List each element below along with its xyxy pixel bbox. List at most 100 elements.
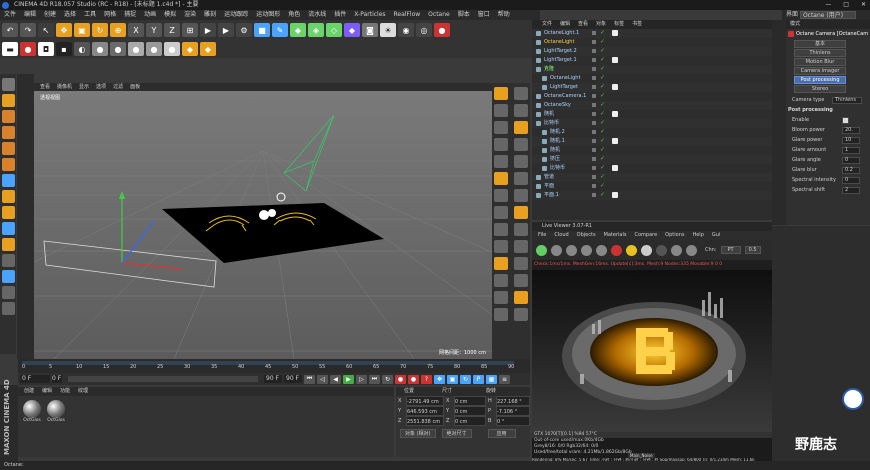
rotate-icon[interactable]: ↻ [92,23,108,37]
visibility-icon[interactable] [592,112,596,116]
octane-mat-portal-icon[interactable]: ● [164,42,180,56]
camera-icon[interactable]: ◙ [362,23,378,37]
check-icon[interactable]: ✓ [600,165,605,171]
attr-field-value[interactable]: 0 [842,157,860,164]
current-frame-field[interactable]: 0 F [52,375,62,383]
end-frame-field-2[interactable]: 90 F [284,375,302,383]
tag-icon[interactable] [612,84,618,90]
size-field[interactable]: 0 cm [454,396,486,406]
polygon-icon[interactable] [514,240,528,253]
check-icon[interactable]: ✓ [600,111,605,117]
snap-icon[interactable] [1,206,15,219]
tag-icon[interactable] [612,111,618,117]
bridge-icon[interactable] [514,138,528,151]
check-icon[interactable]: ✓ [600,192,605,198]
sculpt-icon[interactable] [494,121,508,134]
grid-icon[interactable] [1,270,15,283]
edges-mode-icon[interactable] [1,142,15,155]
render-view-icon[interactable]: ▶ [200,23,216,37]
viewport-menu-item[interactable]: 面板 [130,83,140,91]
check-icon[interactable]: ✓ [600,138,605,144]
object-manager-tab[interactable]: 书签 [632,20,642,29]
live-viewer-menu-item[interactable]: Objects [577,231,596,240]
region-render-icon[interactable] [656,244,667,256]
size-field[interactable]: 0 cm [454,406,486,416]
send-scene-icon[interactable] [611,244,622,256]
redo-icon[interactable]: ↷ [20,23,36,37]
object-row[interactable]: OctaneCamera.1 ✓ [532,92,772,101]
loop-icon[interactable]: ↻ [382,374,393,384]
close-button[interactable]: ✕ [861,0,866,10]
position-field[interactable]: 646.593 cm [406,406,444,416]
visibility-icon[interactable] [592,85,596,89]
symmetry-icon[interactable] [494,291,508,304]
zoom-field[interactable]: 0.5 [744,246,761,254]
menu-item[interactable]: RealFlow [394,10,421,20]
recent-tools-icon[interactable]: ⊕ [110,23,126,37]
channel-dropdown[interactable]: PT [720,246,741,254]
visibility-icon[interactable] [592,40,596,44]
viewport-menu-item[interactable]: 过滤 [113,83,123,91]
render-picture-viewer-icon[interactable]: ▶ [218,23,234,37]
octane-icon[interactable]: ● [434,23,450,37]
play-icon[interactable]: ▶ [343,374,354,384]
object-row[interactable]: OctaneSky ✓ [532,101,772,110]
menu-item[interactable]: 创建 [44,10,56,20]
object-row[interactable]: 随机.1 ✓ [532,137,772,146]
attr-tab-button[interactable]: 基本 [794,40,846,48]
poly-pen-icon[interactable] [494,257,508,270]
array-icon[interactable] [514,274,528,287]
check-icon[interactable]: ✓ [600,147,605,153]
visibility-icon[interactable] [592,193,596,197]
rotation-field[interactable]: 0 ° [496,416,530,426]
octane-mat-mix-icon[interactable]: ● [146,42,162,56]
undo-icon[interactable]: ↶ [2,23,18,37]
menu-item[interactable]: 角色 [288,10,300,20]
menu-item[interactable]: X-Particles [354,10,385,20]
stop-render-icon[interactable] [581,244,592,256]
octane-mat-glossy-icon[interactable]: ● [92,42,108,56]
render-preview[interactable] [532,270,772,432]
visibility-icon[interactable] [592,58,596,62]
iron-icon[interactable] [514,189,528,202]
key-position-icon[interactable]: ✥ [434,374,445,384]
attr-tab-button[interactable]: Stereo [794,85,846,93]
deformer-icon[interactable] [514,87,528,100]
menu-item[interactable]: 编辑 [24,10,36,20]
axis-mode-icon[interactable] [1,174,15,187]
smooth-icon[interactable] [494,189,508,202]
end-frame-field[interactable]: 90 F [264,375,282,383]
light-icon[interactable]: ☀ [380,23,396,37]
attr-tab-button[interactable]: Thinlens [794,49,846,57]
workplane-icon[interactable] [1,222,15,235]
live-viewer-menu-item[interactable]: Cloud [554,231,568,240]
visibility-icon[interactable] [592,31,596,35]
viewport-menu-item[interactable]: 摄像机 [57,83,72,91]
key-pla-icon[interactable]: ▦ [486,374,497,384]
key-param-icon[interactable]: P [473,374,484,384]
spline-icon[interactable] [494,223,508,236]
live-viewer-menu-item[interactable]: Compare [634,231,657,240]
model-mode-icon[interactable] [1,94,15,107]
attr-field-value[interactable]: 2 [842,187,860,194]
check-icon[interactable]: ✓ [600,57,605,63]
layout-dropdown[interactable]: Octane (用户) [799,11,856,19]
check-icon[interactable]: ✓ [600,84,605,90]
visibility-icon[interactable] [592,139,596,143]
brush-icon[interactable] [514,121,528,134]
apply-button[interactable]: 应用 [487,429,516,438]
material-tab[interactable]: 功能 [60,387,70,396]
visibility-icon[interactable] [592,67,596,71]
viewport-menu-item[interactable]: 选项 [96,83,106,91]
timeline[interactable]: 0 5 10 15 20 25 30 35 40 45 50 55 60 65 70 75 80 85 90 [18,359,530,373]
object-manager-tab[interactable]: 对象 [596,20,606,29]
size-field[interactable]: 0 cm [454,416,486,426]
settings-icon[interactable] [671,244,682,256]
object-row[interactable]: 比特币 ✓ [532,164,772,173]
tag-icon[interactable] [612,57,618,63]
menu-item[interactable]: 工具 [84,10,96,20]
material-swatch[interactable]: OctGlos [22,400,42,423]
focus-picker-icon[interactable] [686,244,697,256]
cloner-icon[interactable] [494,87,508,100]
object-row[interactable]: LightTarget.2 ✓ [532,47,772,56]
